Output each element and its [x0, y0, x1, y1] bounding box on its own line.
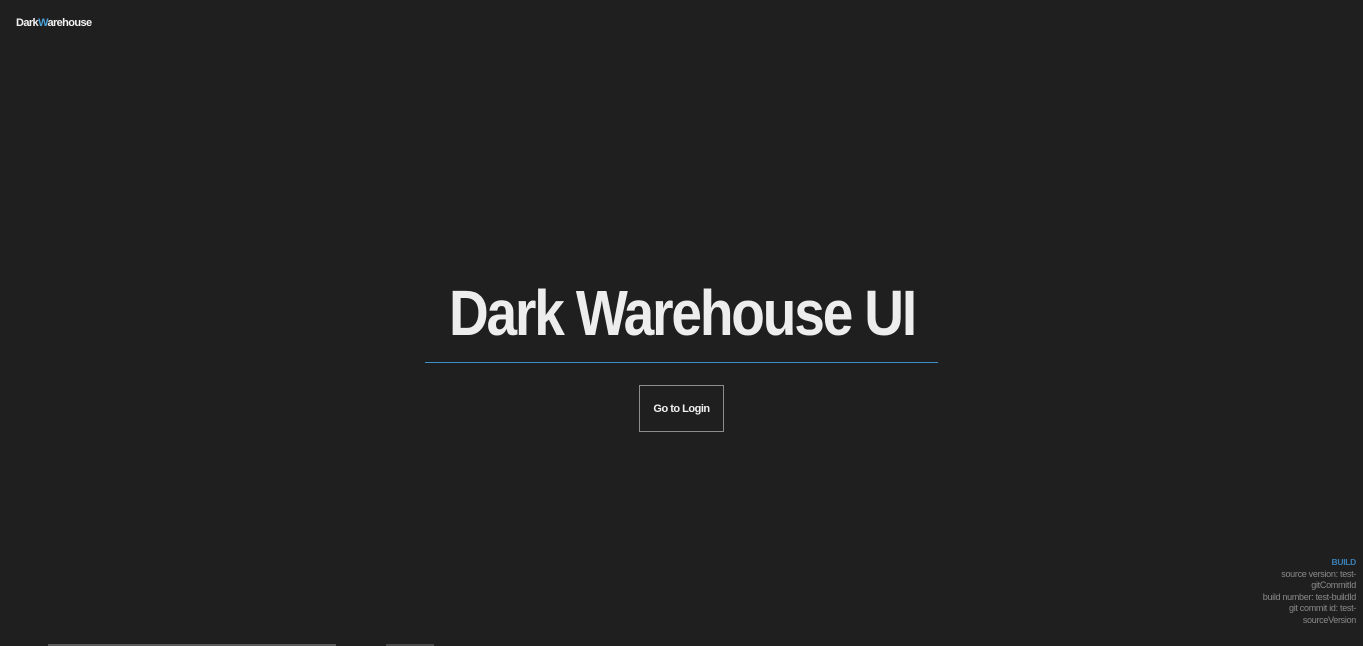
- build-info: BUILD source version: test-gitCommitId b…: [1256, 557, 1357, 626]
- hero-section: Dark Warehouse UI Go to Login: [0, 270, 1363, 432]
- build-title: BUILD: [1331, 557, 1357, 567]
- logo-text-rest: arehouse: [47, 17, 92, 29]
- page-title: Dark Warehouse UI: [448, 277, 916, 349]
- go-to-login-button[interactable]: Go to Login: [639, 385, 724, 432]
- git-commit-id: git commit id: test-sourceVersion: [1288, 603, 1356, 625]
- app-logo[interactable]: DarkWarehouse: [16, 17, 92, 29]
- build-number: build number: test-buildId: [1262, 591, 1357, 602]
- source-version: source version: test-gitCommitId: [1281, 568, 1356, 591]
- title-underline: [425, 362, 938, 363]
- logo-text-dark: Dark: [16, 17, 39, 29]
